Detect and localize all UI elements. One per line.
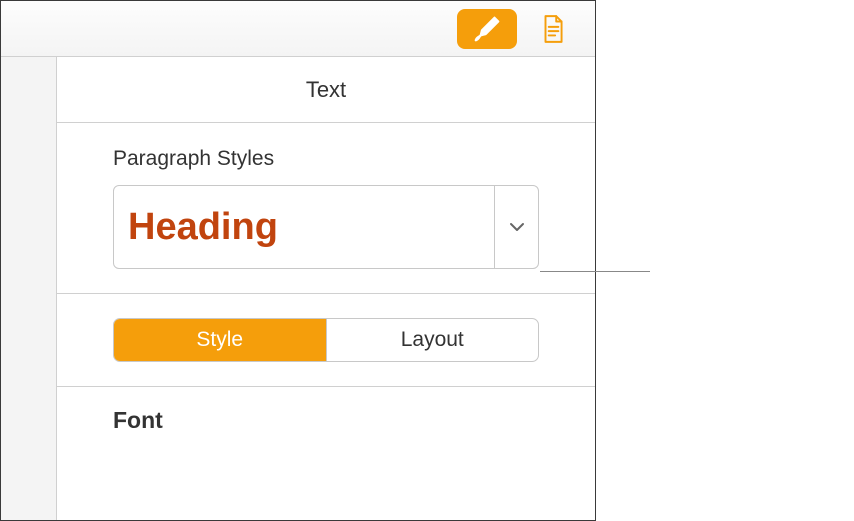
font-label: Font [113,407,539,434]
font-section: Font [57,387,595,434]
brush-icon [472,14,502,44]
dropdown-arrow[interactable] [494,186,538,268]
paragraph-style-dropdown[interactable]: Heading [113,185,539,269]
inspector-panel: Text Paragraph Styles Heading Style Layo… [0,0,596,521]
document-button[interactable] [523,9,583,49]
left-gutter [1,57,57,520]
tab-layout[interactable]: Layout [326,319,539,361]
tab-style[interactable]: Style [114,319,326,361]
format-button[interactable] [457,9,517,49]
panel-title: Text [57,57,595,123]
document-icon [540,14,566,44]
main-panel: Text Paragraph Styles Heading Style Layo… [57,57,595,520]
style-layout-tabs: Style Layout [113,318,539,362]
paragraph-styles-section: Paragraph Styles Heading [57,123,595,294]
tabs-section: Style Layout [57,294,595,387]
chevron-down-icon [509,222,525,232]
paragraph-styles-label: Paragraph Styles [113,147,539,171]
paragraph-style-value: Heading [114,186,494,268]
callout-line [540,271,650,272]
content-body: Text Paragraph Styles Heading Style Layo… [1,57,595,520]
toolbar [1,1,595,57]
